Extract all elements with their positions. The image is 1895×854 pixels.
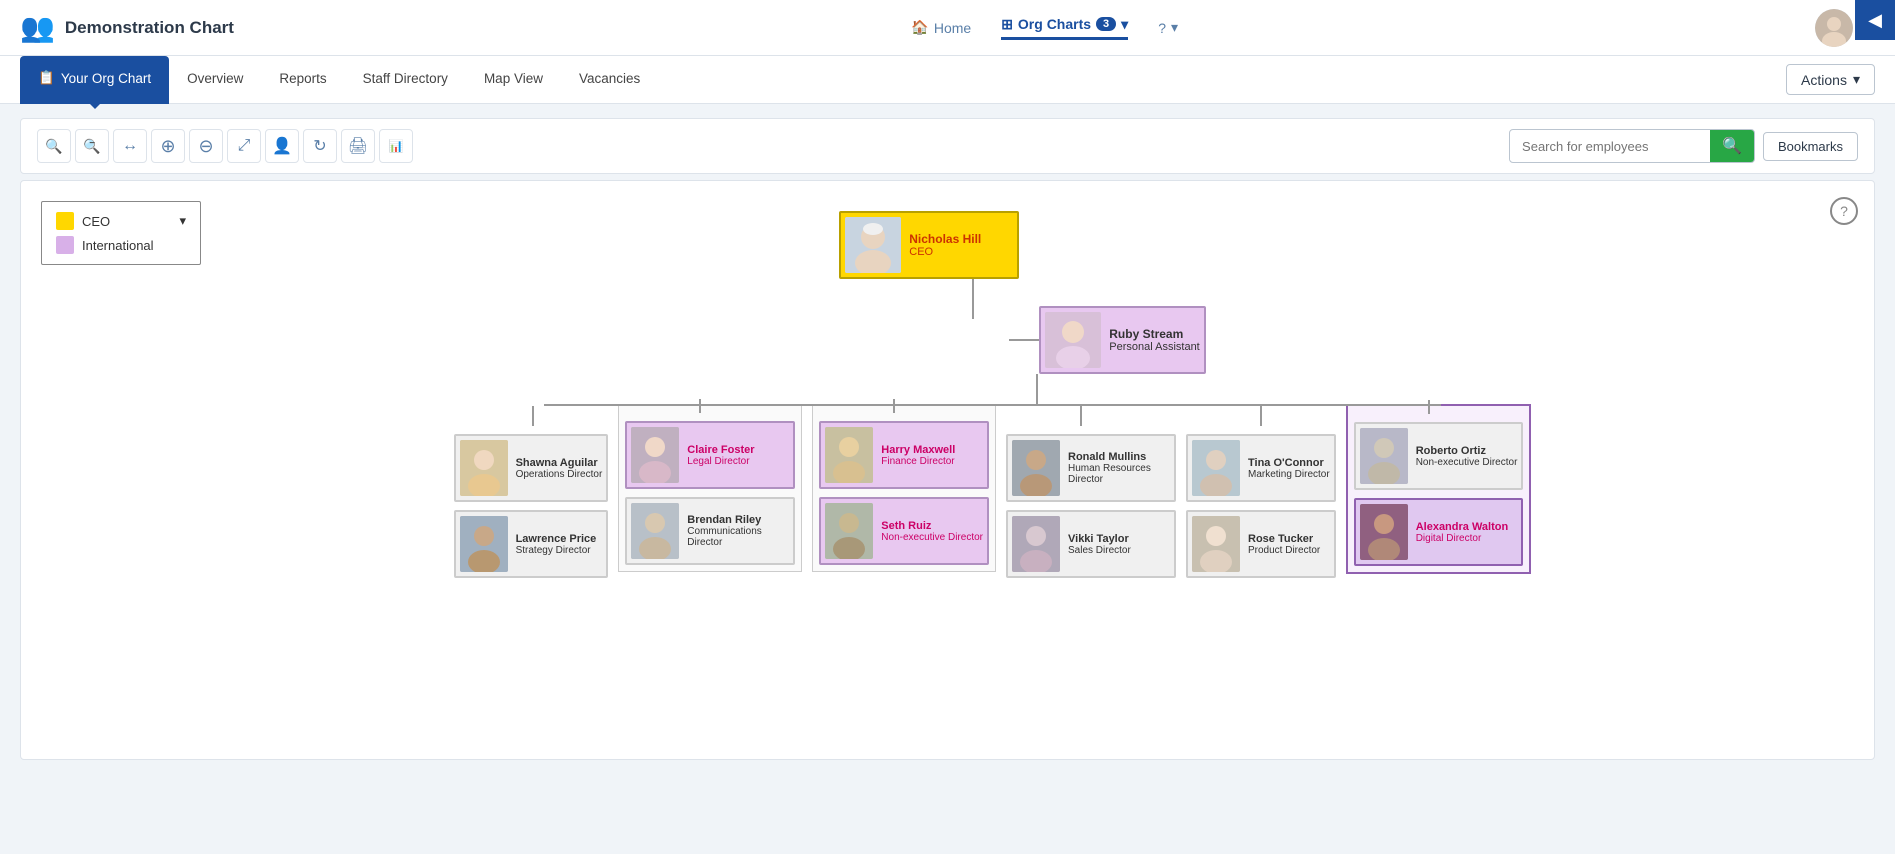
search-input[interactable] [1510, 133, 1710, 160]
refresh-icon: ↻ [313, 136, 326, 156]
tab-vacancies[interactable]: Vacancies [561, 56, 658, 104]
node-harry-maxwell[interactable]: Harry Maxwell Finance Director [819, 421, 989, 489]
top-navigation: 👥 Demonstration Chart 🏠 Home ⊞ Org Chart… [0, 0, 1895, 56]
lawrence-photo [460, 516, 508, 572]
avatar[interactable] [1815, 9, 1853, 47]
node-vikki-taylor[interactable]: Vikki Taylor Sales Director [1006, 510, 1176, 578]
column-2: Claire Foster Legal Director Brendan Ril… [618, 404, 802, 572]
print-button[interactable]: 🖨 [341, 129, 375, 163]
person-icon: 👤 [272, 136, 292, 156]
sidebar-toggle-icon: ◀ [1868, 10, 1882, 31]
legend-color-international [56, 236, 74, 254]
actions-caret-icon: ▾ [1853, 71, 1860, 88]
node-pa[interactable]: Ruby Stream Personal Assistant [1039, 306, 1206, 374]
search-button-icon: 🔍 [1722, 138, 1742, 155]
fullscreen-button[interactable]: ⤢ [227, 129, 261, 163]
claire-photo [631, 427, 679, 483]
legend-item-international: International [56, 236, 186, 254]
person-button[interactable]: 👤 [265, 129, 299, 163]
refresh-button[interactable]: ↻ [303, 129, 337, 163]
tab-your-org-chart[interactable]: 📋 Your Org Chart [20, 56, 169, 104]
actions-button[interactable]: Actions ▾ [1786, 64, 1875, 95]
export-icon: 📊 [389, 139, 404, 153]
sidebar-toggle[interactable]: ◀ [1855, 0, 1895, 40]
branches-section: Shawna Aguilar Operations Director Lawre… [454, 404, 1532, 578]
tab-reports[interactable]: Reports [261, 56, 344, 104]
tab-map-view[interactable]: Map View [466, 56, 561, 104]
column-1: Shawna Aguilar Operations Director Lawre… [454, 404, 609, 578]
pa-photo [1045, 312, 1101, 368]
bookmarks-button[interactable]: Bookmarks [1763, 132, 1858, 161]
expand-button[interactable]: ⊕ [151, 129, 185, 163]
chart-tree: Nicholas Hill CEO [191, 211, 1854, 578]
brand-logo: 👥 Demonstration Chart [20, 11, 234, 44]
alexandra-photo [1360, 504, 1408, 560]
tina-photo [1192, 440, 1240, 496]
column-4: Ronald Mullins Human Resources Director … [1006, 404, 1176, 578]
collapse-icon: ⊖ [198, 136, 213, 157]
rose-photo [1192, 516, 1240, 572]
node-claire-foster[interactable]: Claire Foster Legal Director [625, 421, 795, 489]
fit-screen-button[interactable]: ↔ [113, 129, 147, 163]
pa-info: Ruby Stream Personal Assistant [1109, 327, 1200, 353]
export-button[interactable]: 📊 [379, 129, 413, 163]
org-chart-area: CEO ▾ International ? [20, 180, 1875, 760]
zoom-in-button[interactable]: 🔍 [37, 129, 71, 163]
harry-photo [825, 427, 873, 483]
node-brendan-riley[interactable]: Brendan Riley Communications Director [625, 497, 795, 565]
print-icon: 🖨 [348, 136, 368, 156]
org-charts-link[interactable]: ⊞ Org Charts 3 ▾ [1001, 16, 1128, 40]
shawna-photo [460, 440, 508, 496]
home-link[interactable]: 🏠 Home [911, 19, 971, 36]
legend: CEO ▾ International [41, 201, 201, 265]
help-link[interactable]: ? ▾ [1158, 19, 1178, 36]
node-alexandra-walton[interactable]: Alexandra Walton Digital Director [1354, 498, 1524, 566]
help-icon: ? [1158, 20, 1166, 36]
node-tina-oconnor[interactable]: Tina O'Connor Marketing Director [1186, 434, 1336, 502]
tab-staff-directory[interactable]: Staff Directory [345, 56, 466, 104]
node-ceo[interactable]: Nicholas Hill CEO [839, 211, 1019, 279]
fullscreen-icon: ⤢ [238, 137, 251, 155]
node-ronald-mullins[interactable]: Ronald Mullins Human Resources Director [1006, 434, 1176, 502]
top-nav-links: 🏠 Home ⊞ Org Charts 3 ▾ ? ▾ [274, 16, 1816, 40]
node-lawrence-price[interactable]: Lawrence Price Strategy Director [454, 510, 609, 578]
node-rose-tucker[interactable]: Rose Tucker Product Director [1186, 510, 1336, 578]
column-3: Harry Maxwell Finance Director Seth Ruiz… [812, 404, 996, 572]
brand-title: Demonstration Chart [65, 18, 234, 38]
legend-color-ceo [56, 212, 74, 230]
tab-overview[interactable]: Overview [169, 56, 261, 104]
node-shawna-aguilar[interactable]: Shawna Aguilar Operations Director [454, 434, 609, 502]
sub-nav-tabs: 📋 Your Org Chart Overview Reports Staff … [20, 56, 1786, 104]
column-5: Tina O'Connor Marketing Director Rose Tu… [1186, 404, 1336, 578]
ceo-info: Nicholas Hill CEO [909, 232, 981, 258]
ceo-photo [845, 217, 901, 273]
zoom-in-icon: 🔍 [45, 138, 62, 155]
roberto-photo [1360, 428, 1408, 484]
fit-screen-icon: ↔ [122, 137, 138, 155]
search-wrapper: 🔍 [1509, 129, 1755, 163]
seth-photo [825, 503, 873, 559]
expand-icon: ⊕ [160, 136, 175, 157]
org-charts-icon: ⊞ [1001, 16, 1013, 33]
toolbar-right: 🔍 Bookmarks [1509, 129, 1858, 163]
node-seth-ruiz[interactable]: Seth Ruiz Non-executive Director [819, 497, 989, 565]
home-icon: 🏠 [911, 19, 928, 36]
ronald-photo [1012, 440, 1060, 496]
node-roberto-ortiz[interactable]: Roberto Ortiz Non-executive Director [1354, 422, 1524, 490]
tab-icon: 📋 [38, 70, 55, 86]
zoom-out-button[interactable]: 🔍− [75, 129, 109, 163]
brand-icon: 👥 [20, 11, 55, 44]
org-charts-caret: ▾ [1121, 16, 1128, 33]
collapse-button[interactable]: ⊖ [189, 129, 223, 163]
vikki-photo [1012, 516, 1060, 572]
column-6: Roberto Ortiz Non-executive Director Ale… [1346, 404, 1532, 574]
zoom-out-icon: 🔍− [83, 138, 100, 155]
search-button[interactable]: 🔍 [1710, 130, 1754, 162]
chart-toolbar: 🔍 🔍− ↔ ⊕ ⊖ ⤢ 👤 ↻ 🖨 📊 🔍 Bookmarks [20, 118, 1875, 174]
org-charts-badge: 3 [1096, 17, 1116, 31]
legend-caret-ceo[interactable]: ▾ [179, 213, 186, 229]
legend-item-ceo: CEO ▾ [56, 212, 186, 230]
sub-navigation: 📋 Your Org Chart Overview Reports Staff … [0, 56, 1895, 104]
brendan-photo [631, 503, 679, 559]
